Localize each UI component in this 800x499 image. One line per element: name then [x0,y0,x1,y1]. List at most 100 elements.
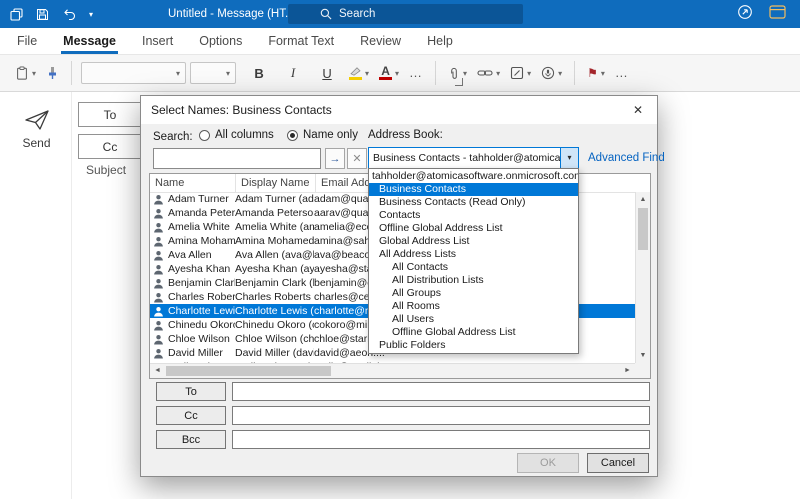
contact-name: Amina Moham... [168,235,235,247]
person-icon [153,348,164,359]
address-book-option[interactable]: All Groups [369,287,578,300]
close-button[interactable]: ✕ [623,99,653,121]
search-box[interactable]: Search [288,4,523,24]
group-separator [71,61,73,85]
to-field-button[interactable]: To [156,382,226,401]
column-header-name[interactable]: Name [150,174,236,192]
ribbon-tab[interactable]: Help [414,28,466,54]
underline-button[interactable]: U [310,60,344,87]
contact-display-name: Benjamin Clark (be... [235,277,314,289]
link-button[interactable]: ▾ [472,60,505,87]
contact-name: Chloe Wilson [168,333,230,345]
radio-all-columns[interactable]: All columns [199,129,274,141]
scrollbar-thumb[interactable] [166,366,331,376]
ribbon-tab[interactable]: Format Text [255,28,347,54]
follow-up-flag-button[interactable]: ⚑ ▾ [582,60,610,87]
font-family-select[interactable]: ▾ [81,62,187,84]
highlight-button[interactable]: ▾ [344,60,374,87]
column-header-display-name[interactable]: Display Name [236,174,316,192]
address-book-select[interactable]: Business Contacts - tahholder@atomicasof… [368,147,579,169]
contact-name: Amanda Peterson [168,207,235,219]
address-book-option[interactable]: Business Contacts [369,183,578,196]
address-book-option[interactable]: Contacts [369,209,578,222]
flag-icon: ⚑ [587,66,598,80]
chevron-down-icon[interactable]: ▾ [560,148,578,168]
scroll-up-icon[interactable]: ▲ [636,192,650,207]
address-book-option[interactable]: All Rooms [369,300,578,313]
contact-search-input[interactable] [153,148,321,169]
cc-field[interactable] [232,406,650,425]
scrollbar-thumb[interactable] [638,208,648,250]
bcc-field-button[interactable]: Bcc [156,430,226,449]
contact-name: Chinedu Okoro [168,319,235,331]
font-size-select[interactable]: ▾ [190,62,237,84]
cancel-button[interactable]: Cancel [587,453,649,473]
contact-display-name: Ava Allen (ava@b... [235,249,314,261]
address-book-option[interactable]: Business Contacts (Read Only) [369,196,578,209]
clear-search-button[interactable]: ✕ [347,148,367,169]
titlebar-right-icons [737,0,786,28]
advanced-find-link[interactable]: Advanced Find [588,152,665,164]
quick-access-toolbar: ▾ [10,0,93,28]
scroll-down-icon[interactable]: ▼ [636,348,650,363]
ellipsis-icon: … [614,65,629,80]
bcc-field[interactable] [232,430,650,449]
window-icon[interactable] [769,4,786,24]
address-book-option[interactable]: tahholder@atomicasoftware.onmicrosoft.co… [369,170,578,183]
ribbon-tab[interactable]: Message [50,28,129,54]
address-book-option[interactable]: Public Folders [369,339,578,352]
bold-button[interactable]: B [242,60,276,87]
editor-button[interactable]: ▾ [505,60,536,87]
address-book-option[interactable]: Offline Global Address List [369,326,578,339]
to-field[interactable] [232,382,650,401]
close-icon: ✕ [632,103,644,117]
address-book-option[interactable]: All Contacts [369,261,578,274]
dialog-launcher-icon[interactable] [455,78,463,86]
to-button[interactable]: To [78,102,142,127]
format-painter-button[interactable] [41,60,64,87]
contact-display-name: Chloe Wilson (chlo... [235,333,314,345]
ribbon-tab[interactable]: Insert [129,28,186,54]
send-icon [24,109,50,131]
address-book-option[interactable]: All Address Lists [369,248,578,261]
italic-button[interactable]: I [276,60,310,87]
contact-display-name: Chinedu Okoro (c... [235,319,314,331]
cc-button[interactable]: Cc [78,134,142,159]
scroll-left-icon[interactable]: ◄ [150,364,165,379]
ribbon-tab[interactable]: Review [347,28,414,54]
ribbon-tab[interactable]: File [4,28,50,54]
address-book-option[interactable]: All Distribution Lists [369,274,578,287]
address-book-label: Address Book: [368,129,443,141]
person-icon [153,292,164,303]
dictate-button[interactable]: ▾ [536,60,567,87]
cc-field-button[interactable]: Cc [156,406,226,425]
bcc-row: Bcc [156,430,650,449]
address-book-option[interactable]: Offline Global Address List [369,222,578,235]
radio-selected-icon [287,129,298,141]
undo-icon[interactable] [62,8,76,20]
person-icon [153,194,164,205]
more-formatting-button[interactable]: … [404,60,428,87]
circle-arrow-icon[interactable] [737,4,753,25]
ok-button[interactable]: OK [517,453,579,473]
vertical-scrollbar[interactable]: ▲ ▼ [635,192,650,363]
send-button[interactable]: Send [9,100,64,158]
titlebar: ▾ Untitled - Message (HT... Search [0,0,800,28]
scroll-right-icon[interactable]: ► [620,364,635,379]
save-icon[interactable] [36,8,49,21]
send-label: Send [22,135,51,150]
font-color-button[interactable]: A ▾ [374,60,404,87]
ribbon-tab[interactable]: Options [186,28,255,54]
radio-name-only[interactable]: Name only [287,129,358,141]
app-icon[interactable] [10,7,23,21]
go-button[interactable]: → [325,148,345,169]
address-book-option[interactable]: Global Address List [369,235,578,248]
contact-display-name: David Miller (david... [235,347,314,359]
horizontal-scrollbar[interactable]: ◄ ► [150,363,635,378]
more-commands-button[interactable]: … [610,60,634,87]
address-book-option[interactable]: All Users [369,313,578,326]
contact-display-name: Ayesha Khan (ayes... [235,263,314,275]
italic-icon: I [290,65,296,80]
paste-button[interactable]: ▾ [10,60,41,87]
customize-toolbar-chevron-icon[interactable]: ▾ [89,10,93,19]
